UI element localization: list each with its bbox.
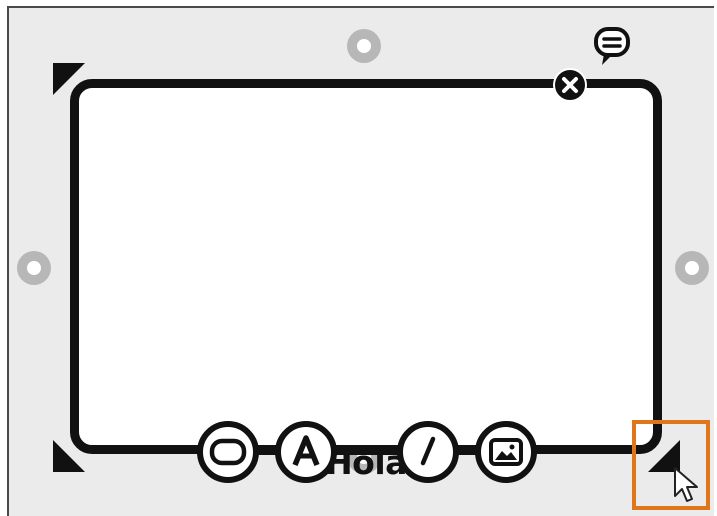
resize-handle-top[interactable] (347, 29, 381, 63)
picture-icon (489, 438, 523, 466)
draw-tool-button[interactable] (397, 421, 459, 483)
rounded-rectangle-icon (209, 438, 247, 466)
close-button[interactable] (553, 68, 587, 102)
canvas: Hola (0, 0, 717, 516)
comment-button[interactable] (592, 25, 632, 69)
text-card[interactable]: Hola (70, 79, 662, 482)
resize-handle-left[interactable] (17, 251, 51, 285)
letter-a-icon (292, 435, 320, 467)
resize-handle-right[interactable] (675, 251, 709, 285)
speech-bubble-icon (594, 27, 630, 65)
text-tool-button[interactable] (275, 421, 337, 483)
mouse-pointer-icon (673, 466, 701, 506)
image-tool-button[interactable] (475, 421, 537, 483)
shape-tool-button[interactable] (197, 421, 259, 483)
close-icon (562, 77, 578, 93)
pencil-icon (420, 436, 436, 466)
